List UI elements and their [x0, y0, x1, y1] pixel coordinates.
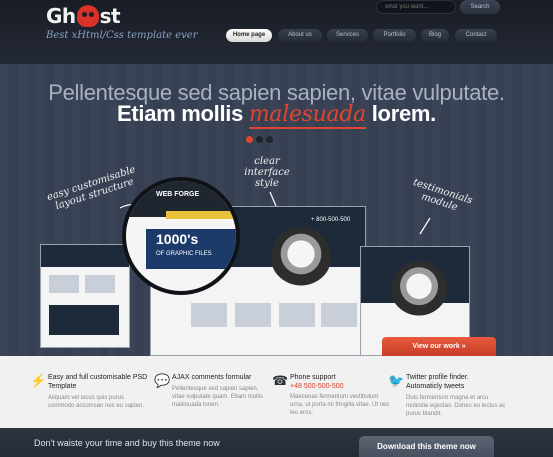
feature-title: Easy and full customisable PSD Template	[48, 374, 148, 390]
lens-brand: WEB FORGE	[156, 191, 200, 198]
search-button[interactable]: Search	[460, 0, 500, 14]
mockup-center-thumb-4	[321, 303, 357, 327]
logo-text-start: Gh	[46, 4, 76, 28]
nav-blog[interactable]: Blog	[421, 29, 449, 42]
view-work-button[interactable]: View our work »	[382, 337, 496, 357]
lens-big-text: 1000's	[156, 231, 199, 247]
nav-home[interactable]: Home page	[226, 29, 272, 42]
nav-services[interactable]: Services	[327, 29, 368, 42]
slider-dot-2[interactable]	[256, 136, 263, 143]
hero-subheadline: Etiam mollis malesuada lorem.	[0, 101, 553, 129]
nav-portfolio[interactable]: Portfolio	[373, 29, 416, 42]
lightning-icon: ⚡	[30, 373, 47, 388]
logo[interactable]: Gh st	[46, 4, 121, 28]
annotation-clear-interface: clear interface style	[244, 156, 290, 189]
hero-highlight: malesuada	[248, 102, 366, 129]
owl-illustration	[271, 227, 331, 287]
mockup-left-thumb-2	[85, 275, 115, 293]
phone-icon: ☎	[272, 373, 289, 388]
feature-body: Pellentesque sed sapien sapien, vitae vu…	[172, 386, 264, 408]
features-section: ⚡ Easy and full customisable PSD Templat…	[0, 356, 553, 428]
mockup-center-thumb-1	[191, 303, 227, 327]
slider-dot-3[interactable]	[266, 136, 273, 143]
owl-illustration-right	[391, 261, 447, 317]
mockup-phone: + 800-500-500	[311, 217, 351, 223]
nav-about[interactable]: About us	[278, 29, 322, 42]
lens-sub-text: OF GRAPHIC FILES	[156, 251, 212, 257]
tagline: Best xHtml/Css template ever	[46, 30, 198, 41]
mockup-left-thumb-1	[49, 275, 79, 293]
magnifier-lens: WEB FORGE 1000's OF GRAPHIC FILES	[122, 177, 240, 295]
nav-contact[interactable]: Contact	[455, 29, 497, 42]
feature-title: Twitter profile finder. Automaticly twee…	[406, 374, 469, 390]
feature-body: Duis fermentum magna et arcu molestie eg…	[406, 395, 506, 417]
mockup-center-thumb-3	[279, 303, 315, 327]
lens-nav	[166, 211, 236, 219]
hero-text-start: Etiam mollis	[117, 101, 244, 126]
feature-body: Maecenas fermentum vestibulum urna, ut p…	[290, 394, 390, 416]
mockup-left-header	[41, 245, 129, 267]
hero-text-end: lorem.	[371, 101, 437, 126]
mockup-center-thumb-2	[235, 303, 271, 327]
mockup-left-panel	[49, 305, 119, 335]
speech-bubble-icon: 💬	[154, 373, 171, 388]
logo-text-end: st	[99, 4, 121, 28]
ghost-icon	[76, 5, 99, 27]
feature-title: AJAX comments formular	[172, 374, 252, 381]
slider-dot-1[interactable]	[246, 136, 253, 143]
feature-phone-number: +48 500-500-500	[290, 383, 344, 390]
twitter-bird-icon: 🐦	[388, 373, 405, 388]
feature-body: Aliquam vel lacus quis purus commodo acc…	[48, 395, 145, 409]
banner-text: Don't waiste your time and buy this them…	[34, 438, 220, 448]
search-input[interactable]	[376, 0, 456, 14]
feature-title: Phone support	[290, 374, 336, 381]
mockup-left	[40, 244, 130, 348]
download-button[interactable]: Download this theme now	[359, 436, 494, 457]
site-header: Ghst Best xHtml/Css template ever Search…	[0, 0, 553, 64]
